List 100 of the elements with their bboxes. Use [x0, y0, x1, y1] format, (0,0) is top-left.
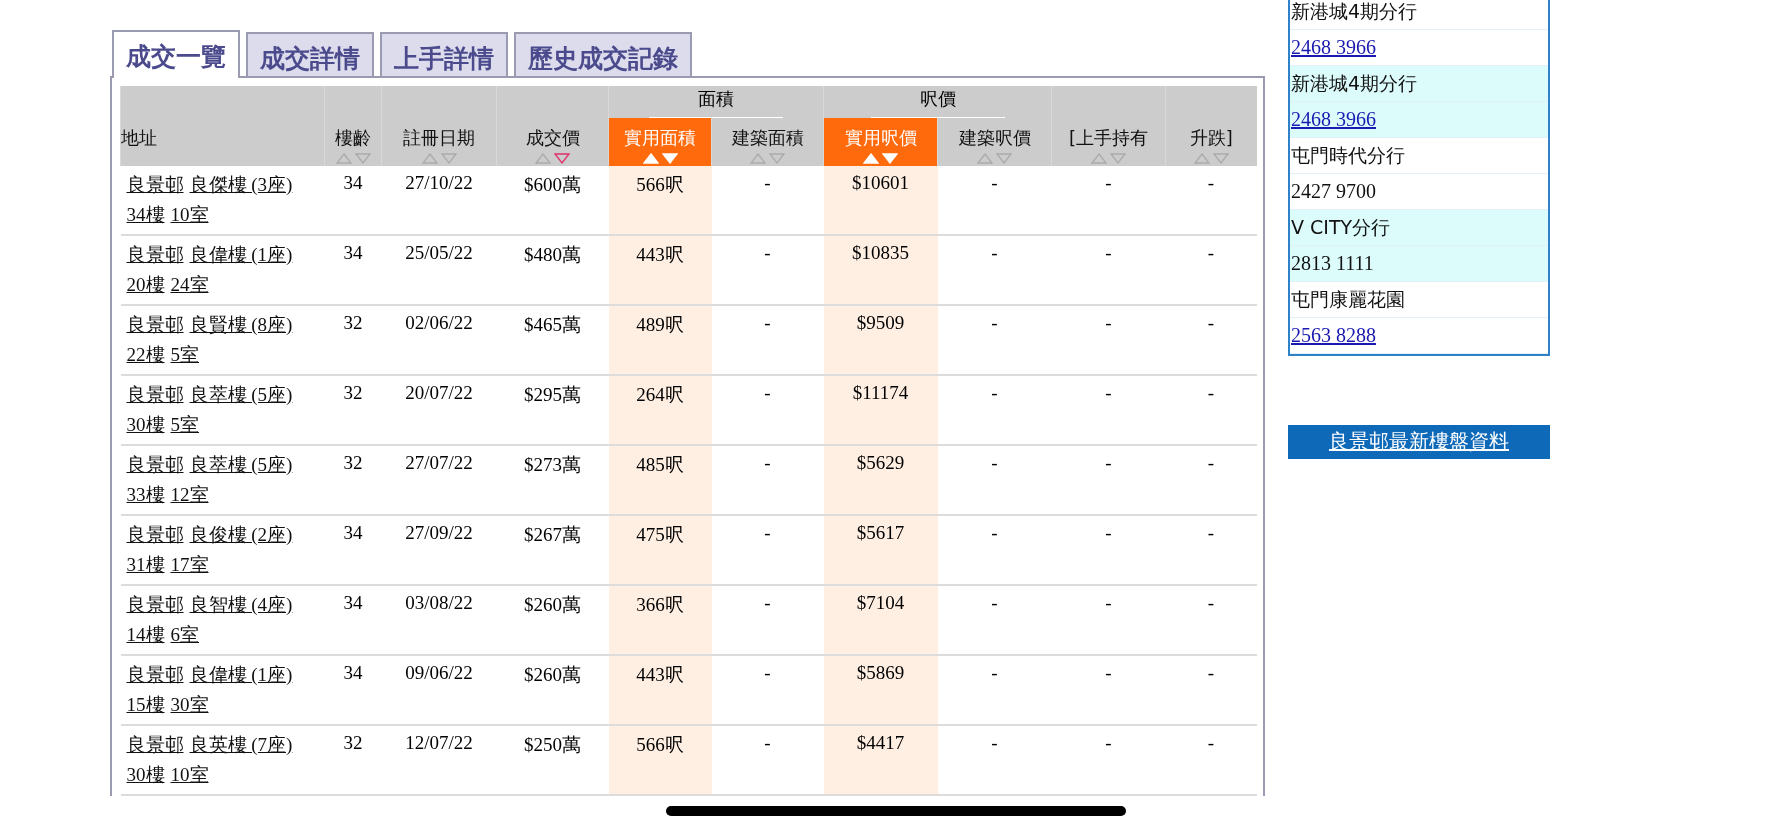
table-cell: $5869 — [823, 655, 938, 725]
sort-up-icon[interactable] — [421, 152, 438, 164]
branch-name: 新港城4期分行 — [1291, 0, 1418, 24]
table-cell: - — [1165, 166, 1257, 235]
address-link[interactable]: 良智樓 (4座) — [189, 592, 293, 618]
table-cell: - — [711, 655, 824, 725]
address-link[interactable]: 22樓 — [126, 342, 165, 368]
table-cell: - — [711, 375, 824, 445]
sort-up-icon[interactable] — [535, 152, 551, 164]
address-link[interactable]: 良景邨 — [126, 452, 184, 478]
address-link[interactable]: 5室 — [170, 342, 199, 368]
column-header[interactable]: 升跌] — [1165, 118, 1257, 166]
phone-link[interactable]: 2563 8288 — [1291, 324, 1376, 347]
table-cell: - — [711, 725, 824, 795]
table-cell: $260萬 — [496, 585, 609, 655]
tab[interactable]: 上手詳情 — [380, 32, 508, 76]
table-cell: 566呎 — [608, 166, 712, 235]
address-link[interactable]: 30室 — [170, 692, 209, 718]
address-link[interactable]: 20樓 — [126, 272, 165, 298]
table-cell: $465萬 — [496, 305, 609, 375]
column-header[interactable]: 成交價 — [496, 118, 609, 166]
sort-down-icon[interactable] — [996, 152, 1012, 164]
address-link[interactable]: 良英樓 (7座) — [189, 732, 293, 758]
table-cell: $250萬 — [496, 725, 609, 795]
address-link[interactable]: 良萃樓 (5座) — [189, 452, 293, 478]
address-link[interactable]: 10室 — [170, 202, 209, 228]
phone-link[interactable]: 2468 3966 — [1291, 36, 1376, 59]
address-link[interactable]: 31樓 — [126, 552, 165, 578]
sort-down-icon[interactable] — [769, 152, 785, 164]
table-cell: 32 — [324, 375, 382, 445]
table-cell: $260萬 — [496, 655, 609, 725]
sort-up-icon[interactable] — [1091, 152, 1107, 164]
address-link[interactable]: 良俊樓 (2座) — [189, 522, 293, 548]
address-link[interactable]: 良景邨 — [126, 592, 184, 618]
address-link[interactable]: 良萃樓 (5座) — [189, 382, 293, 408]
table-cell: - — [1051, 515, 1166, 585]
table-cell: 02/06/22 — [381, 305, 497, 375]
column-header[interactable]: 註冊日期 — [381, 118, 497, 166]
column-header[interactable]: 樓齡 — [324, 118, 382, 166]
address-link[interactable]: 6室 — [170, 622, 199, 648]
table-cell: 443呎 — [608, 655, 712, 725]
address-link[interactable]: 良賢樓 (8座) — [189, 312, 293, 338]
column-header[interactable]: 建築呎價 — [937, 118, 1052, 166]
address-link[interactable]: 30樓 — [126, 412, 165, 438]
address-link[interactable]: 5室 — [170, 412, 199, 438]
tab[interactable]: 成交詳情 — [246, 32, 374, 76]
table-cell: 34 — [324, 515, 382, 585]
column-header[interactable]: 建築面積 — [711, 118, 824, 166]
table-cell: - — [1165, 235, 1257, 305]
table-cell: - — [1051, 445, 1166, 515]
address-link[interactable]: 17室 — [170, 552, 209, 578]
address-link[interactable]: 良景邨 — [126, 522, 184, 548]
table-cell: - — [1051, 305, 1166, 375]
address-link[interactable]: 良景邨 — [126, 242, 184, 268]
branch-name: 新港城4期分行 — [1291, 70, 1418, 96]
tab[interactable]: 成交一覽 — [112, 30, 240, 78]
table-cell: 34 — [324, 235, 382, 305]
column-header[interactable]: [上手持有 — [1051, 118, 1166, 166]
address-link[interactable]: 34樓 — [126, 202, 165, 228]
address-link[interactable]: 良景邨 — [126, 172, 184, 198]
sort-up-icon[interactable] — [750, 152, 766, 164]
sort-down-icon[interactable] — [1212, 152, 1229, 164]
table-cell: 12/07/22 — [381, 725, 497, 795]
address-link[interactable]: 良景邨 — [126, 662, 184, 688]
address-link[interactable]: 良偉樓 (1座) — [189, 662, 293, 688]
address-link[interactable]: 良傑樓 (3座) — [189, 172, 293, 198]
table-cell: - — [711, 235, 824, 305]
address-link[interactable]: 良景邨 — [126, 732, 184, 758]
column-header: 地址 — [120, 118, 325, 166]
sort-down-icon[interactable] — [1110, 152, 1126, 164]
sort-down-icon[interactable] — [354, 152, 371, 164]
sort-up-icon[interactable] — [1193, 152, 1210, 164]
sort-down-icon[interactable] — [554, 152, 570, 164]
sort-down-icon[interactable] — [440, 152, 457, 164]
table-cell: 25/05/22 — [381, 235, 497, 305]
table-cell: $273萬 — [496, 445, 609, 515]
sort-up-icon[interactable] — [977, 152, 993, 164]
table-cell: 34 — [324, 655, 382, 725]
address-link[interactable]: 12室 — [170, 482, 209, 508]
address-link[interactable]: 良偉樓 (1座) — [189, 242, 293, 268]
address-link[interactable]: 良景邨 — [126, 312, 184, 338]
latest-listings-button[interactable]: 良景邨最新樓盤資料 — [1288, 425, 1550, 459]
address-link[interactable]: 15樓 — [126, 692, 165, 718]
table-cell: - — [1051, 235, 1166, 305]
tab[interactable]: 歷史成交記錄 — [514, 32, 692, 76]
table-cell: 264呎 — [608, 375, 712, 445]
table-cell: $5629 — [823, 445, 938, 515]
table-cell: $10835 — [823, 235, 938, 305]
branch-name: 屯門康麗花園 — [1291, 286, 1405, 312]
address-link[interactable]: 10室 — [170, 762, 209, 788]
table-cell: 27/07/22 — [381, 445, 497, 515]
address-link[interactable]: 33樓 — [126, 482, 165, 508]
address-link[interactable]: 30樓 — [126, 762, 165, 788]
sort-up-icon[interactable] — [335, 152, 352, 164]
table-cell: $295萬 — [496, 375, 609, 445]
address-link[interactable]: 14樓 — [126, 622, 165, 648]
table-cell: 485呎 — [608, 445, 712, 515]
address-link[interactable]: 24室 — [170, 272, 209, 298]
table-cell: 443呎 — [608, 235, 712, 305]
address-link[interactable]: 良景邨 — [126, 382, 184, 408]
